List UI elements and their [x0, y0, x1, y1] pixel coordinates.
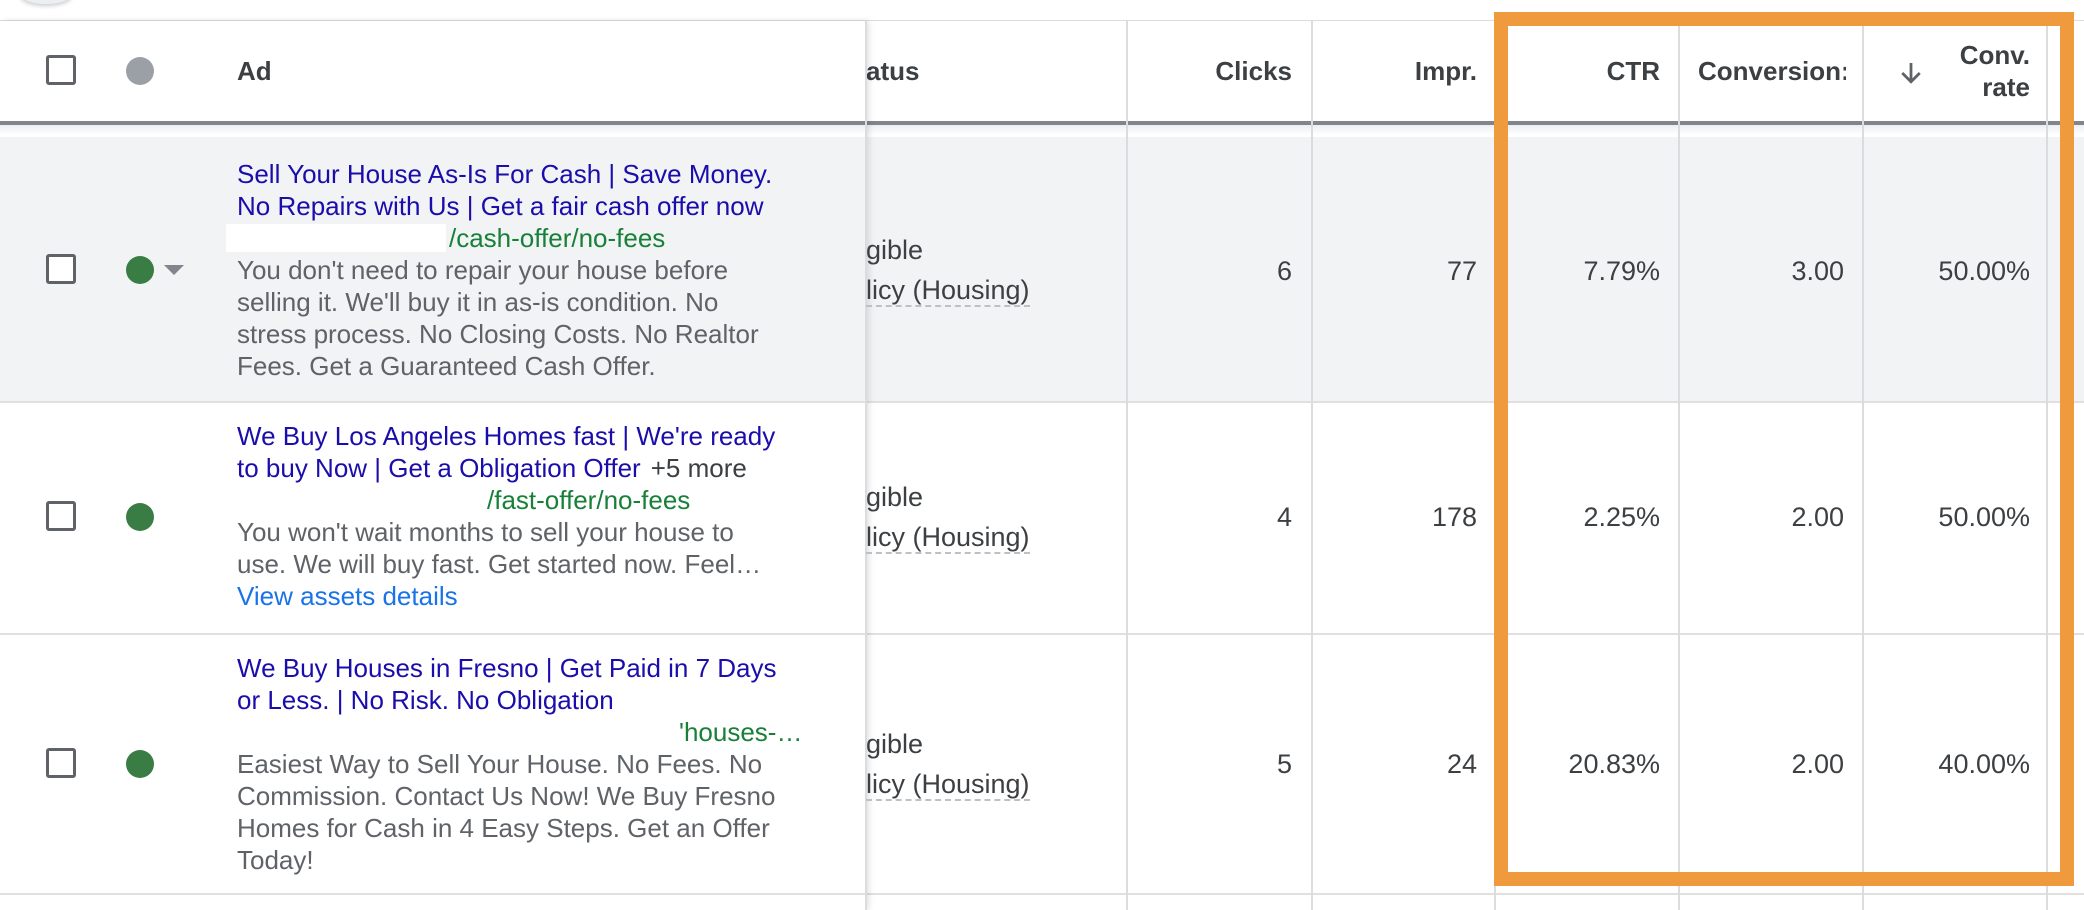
conversions-value: 3.00: [1791, 256, 1844, 286]
arrow-down-icon[interactable]: [1896, 58, 1926, 88]
conversions-value: 2.00: [1791, 749, 1844, 779]
column-header-ctr[interactable]: CTR: [1510, 21, 1660, 121]
status-policy-link[interactable]: licy (Housing): [866, 769, 1030, 801]
column-header-conv-rate-line1: Conv.: [1959, 40, 2030, 70]
ad-preview: We Buy Houses in Fresno | Get Paid in 7 …: [237, 652, 837, 876]
conv-rate-value: 40.00%: [1938, 749, 2030, 779]
ctr-value: 7.79%: [1583, 256, 1660, 286]
ad-description-line: Homes for Cash in 4 Easy Steps. Get an O…: [237, 813, 770, 843]
clicks-value: 6: [1276, 256, 1292, 286]
column-header-conversions-label: Conversion:: [1698, 55, 1846, 86]
status-text: gible: [866, 482, 924, 512]
ad-description-line: Fees. Get a Guaranteed Cash Offer.: [237, 351, 656, 381]
ctr-value: 20.83%: [1568, 749, 1660, 779]
view-assets-details-link[interactable]: View assets details: [237, 580, 837, 612]
column-header-impr-label: Impr.: [1414, 55, 1477, 86]
column-header-ad-label: Ad: [237, 55, 272, 86]
column-header-conversions[interactable]: Conversion:: [1698, 21, 1846, 121]
ad-status: gible licy (Housing): [866, 230, 1030, 310]
ad-description-line: Today!: [237, 845, 314, 875]
column-header-clicks-label: Clicks: [1215, 55, 1292, 86]
impr-value: 77: [1446, 256, 1477, 286]
ad-headline-line: Sell Your House As-Is For Cash | Save Mo…: [237, 159, 773, 189]
conv-rate-value: 50.00%: [1938, 256, 2030, 286]
column-divider: [1862, 21, 1864, 910]
status-header-icon[interactable]: [126, 57, 154, 85]
ad-headline-line: or Less. | No Risk. No Obligation: [237, 685, 614, 715]
clicks-value: 5: [1276, 749, 1292, 779]
ad-headline-line: We Buy Los Angeles Homes fast | We're re…: [237, 421, 776, 451]
status-eligible-icon: [126, 503, 154, 531]
impr-value: 178: [1431, 502, 1477, 532]
clicks-value: 4: [1276, 502, 1292, 532]
caret-down-icon[interactable]: [164, 265, 184, 275]
ad-description-line: stress process. No Closing Costs. No Rea…: [237, 319, 759, 349]
column-divider: [2046, 21, 2048, 910]
ad-headline-line: to buy Now | Get a Obligation Offer: [237, 453, 641, 483]
ad-preview: We Buy Los Angeles Homes fast | We're re…: [237, 420, 837, 612]
status-eligible-icon: [126, 750, 154, 778]
column-header-ctr-label: CTR: [1606, 55, 1660, 86]
column-header-status[interactable]: atus: [866, 21, 1066, 121]
ad-headline-link[interactable]: Sell Your House As-Is For Cash | Save Mo…: [237, 158, 837, 222]
column-divider: [1494, 21, 1496, 910]
column-header-impr[interactable]: Impr.: [1313, 21, 1477, 121]
column-header-ad[interactable]: Ad: [237, 21, 637, 121]
ad-description-line: Commission. Contact Us Now! We Buy Fresn…: [237, 781, 776, 811]
floating-action-button-edge[interactable]: [20, 0, 72, 4]
column-header-status-label: atus: [866, 55, 920, 86]
header-shadow: [0, 125, 2084, 135]
status-eligible-icon: [126, 256, 154, 284]
ad-display-url: 'houses-…: [679, 717, 803, 747]
redacted-url-mask: [226, 224, 446, 252]
row-checkbox[interactable]: [46, 254, 76, 284]
ad-description-line: selling it. We'll buy it in as-is condit…: [237, 287, 719, 317]
ad-headline-line: No Repairs with Us | Get a fair cash off…: [237, 191, 764, 221]
ad-description-line: Easiest Way to Sell Your House. No Fees.…: [237, 749, 763, 779]
ad-description-line: use. We will buy fast. Get started now. …: [237, 549, 762, 579]
select-all-checkbox[interactable]: [46, 55, 76, 85]
status-policy-link[interactable]: licy (Housing): [866, 522, 1030, 554]
ad-display-url: /fast-offer/no-fees: [487, 485, 691, 515]
status-text: gible: [866, 235, 924, 265]
row-divider: [0, 893, 2084, 895]
ad-description-line: You don't need to repair your house befo…: [237, 255, 729, 285]
row-checkbox[interactable]: [46, 748, 76, 778]
column-divider: [1678, 21, 1680, 910]
ad-description-line: You won't wait months to sell your house…: [237, 517, 734, 547]
more-assets-count: +5 more: [650, 453, 747, 483]
status-text: gible: [866, 729, 924, 759]
conversions-value: 2.00: [1791, 502, 1844, 532]
impr-value: 24: [1446, 749, 1477, 779]
row-checkbox[interactable]: [46, 501, 76, 531]
column-header-conv-rate[interactable]: Conv. rate: [1940, 21, 2030, 121]
status-policy-link[interactable]: licy (Housing): [866, 275, 1030, 307]
ad-headline-line: We Buy Houses in Fresno | Get Paid in 7 …: [237, 653, 777, 683]
ad-status: gible licy (Housing): [866, 477, 1030, 557]
ad-headline-link[interactable]: We Buy Los Angeles Homes fast | We're re…: [237, 420, 837, 484]
column-header-conv-rate-line2: rate: [1982, 72, 2030, 102]
row-divider: [0, 633, 2084, 635]
row-divider: [0, 401, 2084, 403]
ads-table-view: Ad atus Clicks Impr. CTR Conversion: Con…: [0, 0, 2084, 910]
conv-rate-value: 50.00%: [1938, 502, 2030, 532]
ad-preview: Sell Your House As-Is For Cash | Save Mo…: [237, 158, 837, 382]
ad-headline-link[interactable]: We Buy Houses in Fresno | Get Paid in 7 …: [237, 652, 837, 716]
ad-status: gible licy (Housing): [866, 724, 1030, 804]
column-header-clicks[interactable]: Clicks: [1128, 21, 1292, 121]
ctr-value: 2.25%: [1583, 502, 1660, 532]
